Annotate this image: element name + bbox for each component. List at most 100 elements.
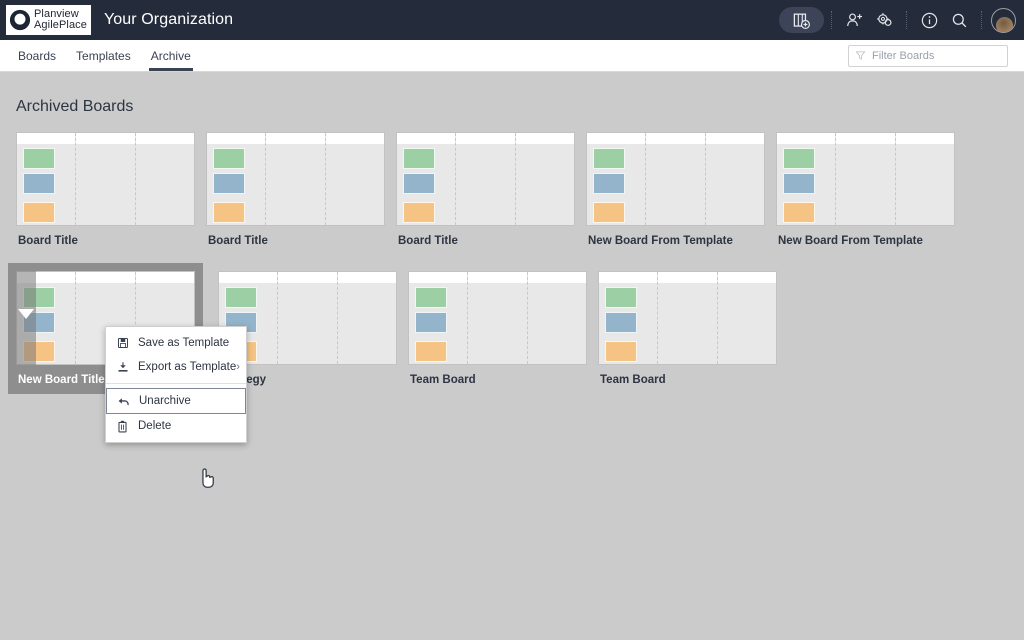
search-button[interactable] bbox=[944, 5, 974, 35]
thumbnail-cards bbox=[409, 283, 467, 362]
mini-card-blue bbox=[415, 312, 447, 333]
mini-card-blue bbox=[213, 173, 245, 194]
user-plus-icon bbox=[846, 12, 862, 26]
tab-boards[interactable]: Boards bbox=[16, 40, 66, 71]
user-avatar[interactable] bbox=[991, 7, 1016, 33]
board-plus-icon bbox=[793, 13, 811, 29]
mini-card-orange bbox=[415, 341, 447, 362]
mini-card-green bbox=[593, 148, 625, 169]
board-card[interactable]: Team Board bbox=[598, 271, 777, 386]
thumbnail-lane bbox=[658, 272, 718, 364]
board-thumbnail bbox=[408, 271, 587, 365]
board-thumbnail bbox=[776, 132, 955, 226]
mini-card-green bbox=[23, 148, 55, 169]
thumbnail-lane bbox=[587, 133, 647, 225]
thumbnail-cards bbox=[17, 144, 75, 223]
mini-card-blue bbox=[605, 312, 637, 333]
board-card-title: Board Title bbox=[208, 235, 268, 247]
thumbnail-lane bbox=[409, 272, 469, 364]
mini-card-green bbox=[783, 148, 815, 169]
app-header: Planview AgilePlace Your Organization bbox=[0, 0, 1024, 40]
thumbnail-lane bbox=[135, 133, 194, 225]
menu-item-label: Delete bbox=[138, 420, 172, 432]
mini-card-orange bbox=[783, 202, 815, 223]
info-button[interactable] bbox=[914, 5, 944, 35]
header-divider-2 bbox=[906, 11, 907, 29]
board-card[interactable]: Board Title bbox=[16, 132, 195, 247]
mini-card-orange bbox=[213, 202, 245, 223]
board-card-title: Board Title bbox=[18, 235, 78, 247]
board-card[interactable]: Board Title bbox=[396, 132, 575, 247]
tab-boards-label: Boards bbox=[18, 48, 57, 63]
board-card-title: New Board From Template bbox=[778, 235, 923, 247]
page-title: Archived Boards bbox=[16, 98, 134, 115]
board-thumbnail bbox=[16, 132, 195, 226]
thumbnail-cards bbox=[207, 144, 265, 223]
board-card[interactable]: New Board From Template bbox=[586, 132, 765, 247]
invite-user-button[interactable] bbox=[839, 5, 869, 35]
tab-archive[interactable]: Archive bbox=[141, 40, 201, 71]
planview-circle-logo-icon bbox=[9, 9, 31, 31]
board-card-title: Team Board bbox=[600, 374, 666, 386]
menu-item-delete[interactable]: Delete bbox=[106, 414, 246, 438]
thumbnail-lane bbox=[705, 133, 764, 225]
tab-archive-label: Archive bbox=[150, 48, 191, 63]
add-board-button[interactable] bbox=[779, 7, 824, 33]
thumbnail-lane bbox=[76, 133, 136, 225]
board-thumbnail bbox=[586, 132, 765, 226]
board-card[interactable]: Board Title bbox=[206, 132, 385, 247]
thumbnail-lane bbox=[777, 133, 837, 225]
filter-boards-field[interactable] bbox=[848, 44, 1008, 67]
mini-card-blue bbox=[23, 173, 55, 194]
menu-item-save-as-template[interactable]: Save as Template bbox=[106, 331, 246, 355]
board-card-menu-toggle[interactable] bbox=[16, 271, 36, 365]
header-divider-3 bbox=[981, 11, 982, 29]
thumbnail-lane bbox=[515, 133, 574, 225]
mini-card-blue bbox=[403, 173, 435, 194]
gear-icon bbox=[876, 12, 892, 26]
organization-title: Your Organization bbox=[103, 11, 234, 28]
logo-line-2: AgilePlace bbox=[34, 19, 87, 31]
mini-card-orange bbox=[593, 202, 625, 223]
thumbnail-lane bbox=[468, 272, 528, 364]
header-actions bbox=[779, 5, 1016, 35]
mini-card-green bbox=[605, 287, 637, 308]
mini-card-green bbox=[403, 148, 435, 169]
filter-funnel-icon bbox=[855, 51, 866, 60]
thumbnail-lane bbox=[17, 133, 77, 225]
thumbnail-lane bbox=[397, 133, 457, 225]
thumbnail-lane bbox=[337, 272, 396, 364]
tab-templates[interactable]: Templates bbox=[66, 40, 141, 71]
menu-item-unarchive[interactable]: Unarchive bbox=[106, 388, 246, 488]
undo-arrow-icon bbox=[117, 395, 130, 408]
thumbnail-lane bbox=[599, 272, 659, 364]
thumbnail-lane bbox=[717, 272, 776, 364]
settings-button[interactable] bbox=[869, 5, 899, 35]
mini-card-orange bbox=[23, 202, 55, 223]
thumbnail-lane bbox=[266, 133, 326, 225]
info-circle-icon bbox=[921, 12, 937, 28]
mini-card-green bbox=[415, 287, 447, 308]
brand-logo[interactable]: Planview AgilePlace bbox=[6, 5, 91, 35]
thumbnail-lane bbox=[527, 272, 586, 364]
board-card-title: Team Board bbox=[410, 374, 476, 386]
boards-row-1: Board Title Board Title Board Title New … bbox=[16, 132, 1008, 247]
thumbnail-lane bbox=[278, 272, 338, 364]
logo-wordmark: Planview AgilePlace bbox=[34, 9, 87, 31]
menu-divider bbox=[106, 383, 246, 384]
chevron-right-icon: › bbox=[236, 361, 240, 373]
board-card[interactable]: Team Board bbox=[408, 271, 587, 386]
chevron-down-icon bbox=[18, 309, 34, 319]
mini-card-green bbox=[213, 148, 245, 169]
mini-card-orange bbox=[605, 341, 637, 362]
board-card[interactable]: New Board From Template bbox=[776, 132, 955, 247]
thumbnail-cards bbox=[587, 144, 645, 223]
nav-tabs: Boards Templates Archive bbox=[16, 40, 201, 71]
thumbnail-lane bbox=[836, 133, 896, 225]
search-icon bbox=[952, 13, 966, 27]
filter-boards-input[interactable] bbox=[872, 49, 1001, 62]
mini-card-green bbox=[225, 287, 257, 308]
board-context-menu: Save as Template Export as Template › Un… bbox=[105, 326, 247, 488]
board-card-title: Board Title bbox=[398, 235, 458, 247]
menu-item-export-as-template[interactable]: Export as Template › bbox=[106, 355, 246, 379]
